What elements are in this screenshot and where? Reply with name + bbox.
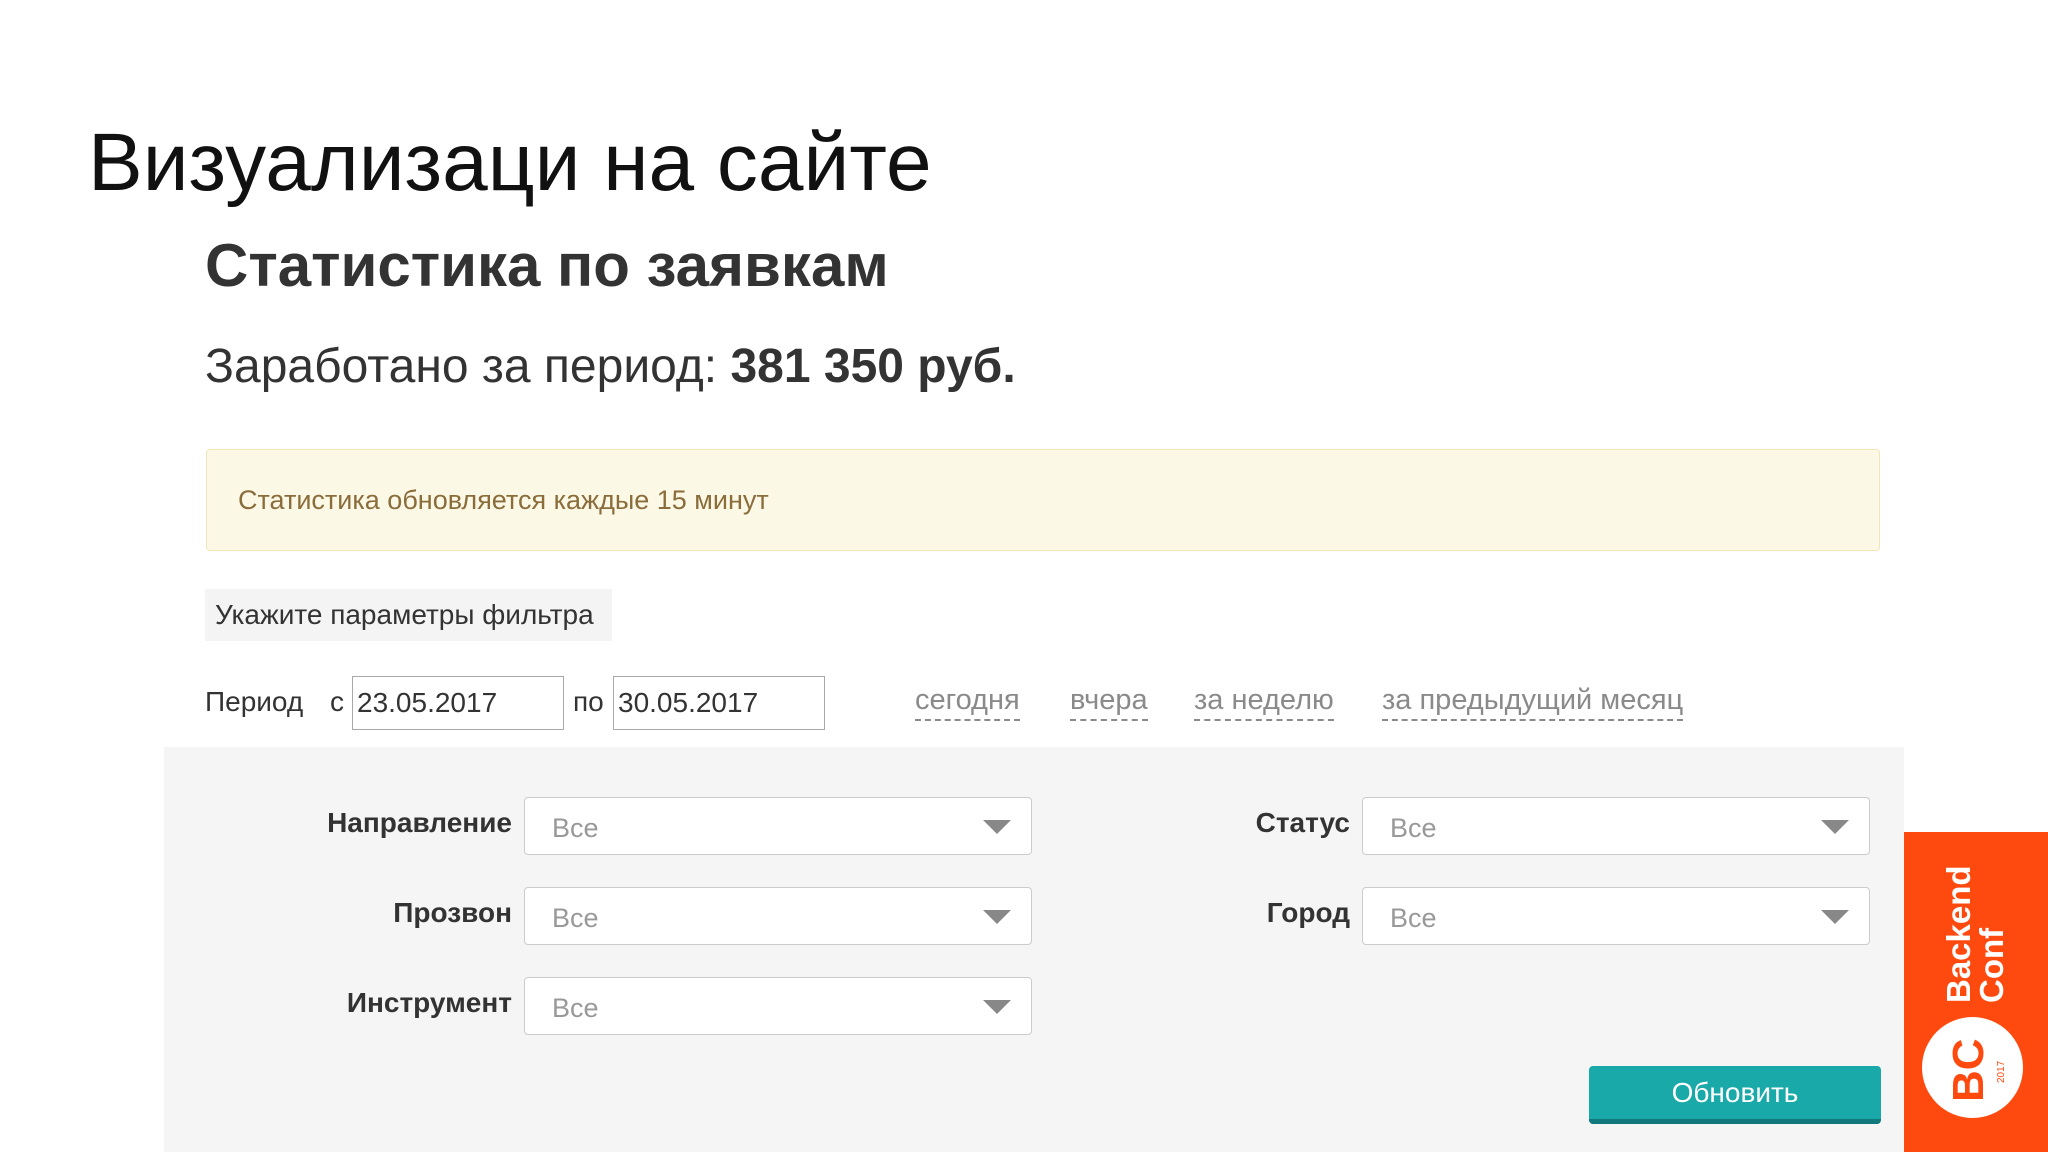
call-label: Прозвон	[393, 897, 512, 928]
city-select[interactable]: Все	[1362, 887, 1870, 945]
chevron-down-icon	[1821, 910, 1849, 924]
chevron-down-icon	[1821, 820, 1849, 834]
direction-select[interactable]: Все	[524, 797, 1032, 855]
brand-logo-year: 2017	[1996, 1060, 2007, 1083]
brand-logo-mark: BC	[1944, 1038, 1993, 1102]
call-select[interactable]: Все	[524, 887, 1032, 945]
slide: Визуализаци на сайте Статистика по заявк…	[0, 0, 2048, 1152]
call-value: Все	[552, 903, 599, 933]
period-to-label: по	[573, 686, 604, 717]
date-from-value: 23.05.2017	[357, 687, 498, 718]
filter-tab[interactable]: Укажите параметры фильтра	[205, 589, 612, 641]
date-to-input[interactable]: 30.05.2017	[613, 676, 825, 730]
refresh-button[interactable]: Обновить	[1589, 1066, 1881, 1124]
direction-label: Направление	[327, 807, 512, 838]
status-select[interactable]: Все	[1362, 797, 1870, 855]
brand-name-line1: Backend	[1940, 865, 1977, 1003]
city-label: Город	[1266, 897, 1350, 928]
tool-label: Инструмент	[346, 987, 512, 1018]
chevron-down-icon	[983, 910, 1011, 924]
page-title: Статистика по заявкам	[205, 232, 889, 299]
tool-value: Все	[552, 993, 599, 1023]
chevron-down-icon	[983, 1000, 1011, 1014]
earned-summary: Заработано за период: 381 350 руб.	[205, 340, 1016, 394]
date-from-input[interactable]: 23.05.2017	[352, 676, 564, 730]
filter-tab-label: Укажите параметры фильтра	[215, 599, 594, 630]
tool-select[interactable]: Все	[524, 977, 1032, 1035]
quick-link-prev-month[interactable]: за предыдущий месяц	[1382, 684, 1684, 721]
status-label: Статус	[1255, 807, 1350, 838]
chevron-down-icon	[983, 820, 1011, 834]
period-from-label: с	[330, 686, 344, 717]
update-notice-text: Статистика обновляется каждые 15 минут	[238, 484, 769, 515]
earned-label: Заработано за период:	[205, 340, 731, 393]
date-to-value: 30.05.2017	[618, 687, 759, 718]
quick-link-today[interactable]: сегодня	[915, 684, 1020, 721]
slide-title: Визуализаци на сайте	[88, 117, 932, 208]
quick-link-yesterday[interactable]: вчера	[1070, 684, 1148, 721]
earned-value: 381 350 руб.	[730, 340, 1016, 393]
period-row: Период с 23.05.2017 по 30.05.2017 сегодн…	[205, 676, 1705, 730]
quick-link-week[interactable]: за неделю	[1194, 684, 1334, 721]
period-label: Период	[205, 686, 304, 717]
brand-name-line2: Conf	[1973, 927, 2010, 1003]
status-value: Все	[1390, 813, 1437, 843]
direction-value: Все	[552, 813, 599, 843]
brand-name: Backend Conf	[1940, 865, 2010, 1003]
update-notice: Статистика обновляется каждые 15 минут	[206, 449, 1880, 551]
city-value: Все	[1390, 903, 1437, 933]
